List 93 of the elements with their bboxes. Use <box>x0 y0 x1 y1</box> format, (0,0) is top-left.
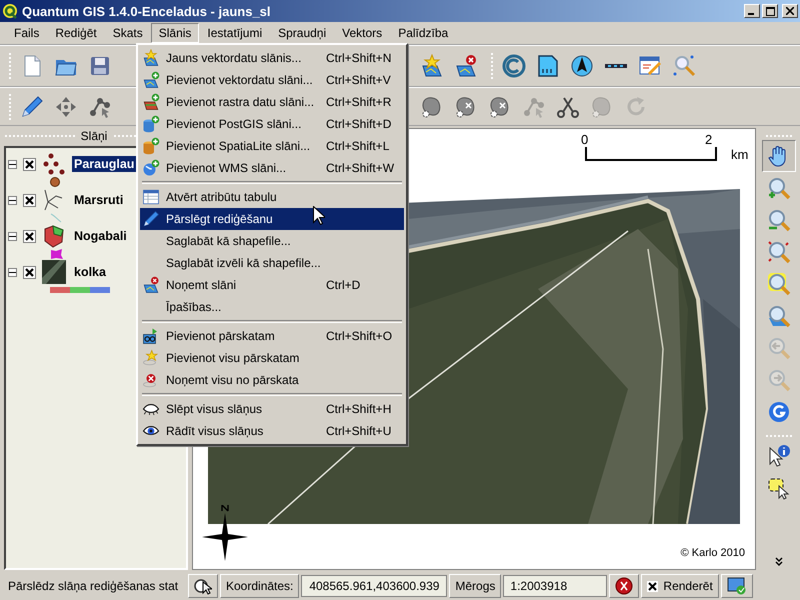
chevron-icon[interactable] <box>775 557 783 566</box>
layer-checkbox[interactable] <box>23 266 36 278</box>
add-layer-icon <box>142 71 160 89</box>
scale-label: 0 <box>581 132 588 147</box>
polygons-layer-icon <box>42 224 66 248</box>
raster-layer-icon <box>42 260 66 284</box>
render-checkbox[interactable]: Renderēt <box>641 574 719 598</box>
star-map-icon <box>420 54 444 78</box>
menu-item[interactable]: Pārslēgt rediģēšanu <box>140 208 404 230</box>
x-mark-icon <box>647 580 658 592</box>
x-mark-icon <box>25 160 34 168</box>
expander-button[interactable] <box>8 268 17 276</box>
layer-checkbox[interactable] <box>23 194 36 206</box>
point-symbol-icon <box>50 177 60 187</box>
database-icon <box>142 115 160 133</box>
close-button[interactable] <box>782 4 798 18</box>
coordinates-field[interactable]: 408565.961,403600.939 <box>301 575 448 597</box>
zoom-in-icon <box>767 176 791 200</box>
refresh-icon <box>767 400 791 424</box>
scale-unit: km <box>731 147 748 162</box>
layer-name[interactable]: Nogabali <box>72 228 129 244</box>
copyright-icon <box>502 54 526 78</box>
stop-render-button[interactable] <box>609 574 640 598</box>
scissors-icon <box>556 94 580 118</box>
menu-item[interactable]: Palīdzība <box>390 23 456 43</box>
menu-item[interactable]: Skats <box>104 23 151 43</box>
menu-item[interactable]: Slānis <box>150 23 200 43</box>
x-mark-icon <box>25 196 34 204</box>
zoom-out-icon <box>767 208 791 232</box>
menu-item[interactable]: Fails <box>6 23 48 43</box>
layer-checkbox[interactable] <box>23 158 36 170</box>
identify-icon <box>767 444 791 468</box>
pencil-icon <box>142 210 160 228</box>
scale-bar-icon <box>604 63 628 69</box>
add-layer-icon <box>142 93 160 111</box>
expander-button[interactable] <box>8 196 17 204</box>
panel-title: Slāņi <box>80 129 108 143</box>
maximize-button[interactable] <box>762 4 778 18</box>
coordinate-toggle-button[interactable] <box>188 574 218 598</box>
copyright-label: © Karlo 2010 <box>680 547 745 559</box>
scale-label-button[interactable]: Mērogs <box>449 574 502 598</box>
zoom-icon <box>767 304 791 328</box>
x-mark-icon <box>25 268 34 276</box>
remove-layer-icon <box>142 276 160 294</box>
zoom-icon <box>767 272 791 296</box>
stop-icon <box>615 577 634 595</box>
close-icon <box>786 7 794 15</box>
star-map-icon <box>142 49 160 67</box>
projection-icon <box>726 577 747 595</box>
menu-item[interactable]: Iestatījumi <box>199 23 270 43</box>
select-icon <box>767 476 791 500</box>
maximize-icon <box>766 6 774 16</box>
polygon-symbol-icon <box>50 248 64 260</box>
menu-item[interactable]: Jauns vektordatu slānis... Ctrl+Shift+N <box>140 47 404 69</box>
table-icon <box>142 188 160 206</box>
points-layer-icon <box>42 152 66 176</box>
zoom-forward-icon <box>767 368 791 392</box>
line-symbol-icon <box>50 213 62 223</box>
edit-window-icon <box>638 54 662 78</box>
projection-button[interactable] <box>720 574 753 598</box>
search-icon <box>672 54 696 78</box>
pencil-icon <box>20 94 44 118</box>
window-title: Quantum GIS 1.4.0-Enceladus - jauns_sl <box>22 4 272 18</box>
menu-item[interactable]: Pievienot rastra datu slāni... Ctrl+Shift+R <box>140 91 404 113</box>
minimize-button[interactable] <box>744 4 760 18</box>
menu-item[interactable]: Spraudņi <box>270 23 334 43</box>
expander-button[interactable] <box>8 160 17 168</box>
status-message: Pārslēdz slāņa rediģēšanas stat <box>8 579 180 593</box>
color-ramp-icon <box>50 287 110 293</box>
layer-checkbox[interactable] <box>23 230 36 242</box>
globe-icon <box>142 159 160 177</box>
zoom-back-icon <box>767 336 791 360</box>
star-icon <box>142 349 160 367</box>
menu-item[interactable]: Pievienot vektordatu slāni... Ctrl+Shift+V <box>140 69 404 91</box>
map-tool-button[interactable] <box>762 140 796 172</box>
scale-field[interactable]: 1:2003918 <box>503 575 608 597</box>
menu-item[interactable]: Vektors <box>334 23 390 43</box>
database-icon <box>142 137 160 155</box>
move-arrows-icon <box>54 94 78 118</box>
layer-name[interactable]: kolka <box>72 264 108 280</box>
layer-name[interactable]: Marsruti <box>72 192 126 208</box>
scale-label: 2 <box>705 132 712 147</box>
x-mark-icon <box>25 232 34 240</box>
remove-layer-icon <box>454 54 478 78</box>
menu-item[interactable]: Rediģēt <box>47 23 105 43</box>
layer-name[interactable]: Parauglau <box>72 156 136 172</box>
mouse-pointer-icon <box>194 577 212 595</box>
app-logo-icon <box>2 3 18 19</box>
expander-button[interactable] <box>8 232 17 240</box>
cursor-icon <box>313 206 325 225</box>
document-icon <box>536 54 560 78</box>
zoom-icon <box>767 240 791 264</box>
coordinates-label[interactable]: Koordinātes: <box>220 574 300 598</box>
